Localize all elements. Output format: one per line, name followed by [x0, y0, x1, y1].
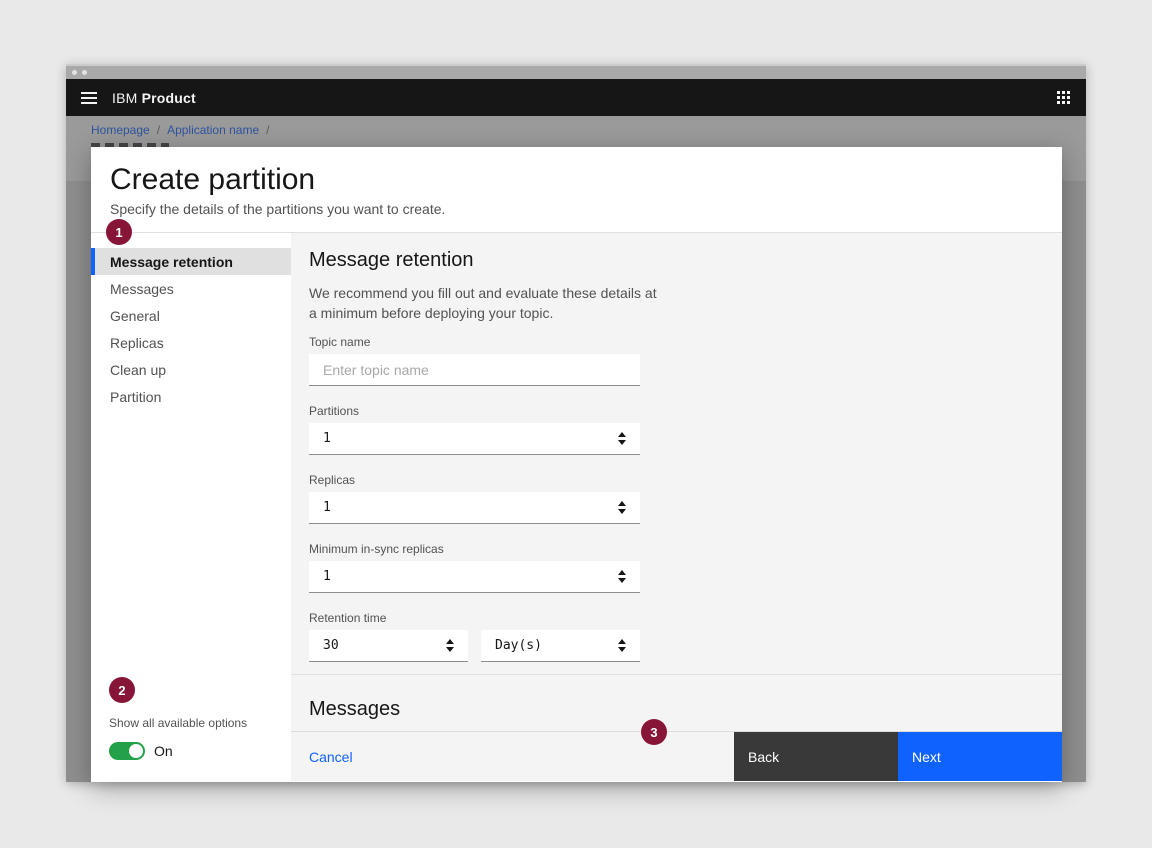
increment-icon: [618, 501, 626, 506]
sidebar-item-clean-up[interactable]: Clean up: [91, 356, 291, 383]
next-button[interactable]: Next: [898, 732, 1062, 781]
partitions-field: Partitions: [309, 404, 1044, 455]
partitions-label: Partitions: [309, 404, 1044, 418]
breadcrumb-separator: /: [266, 123, 269, 137]
tearsheet-content: Message retention We recommend you fill …: [291, 233, 1062, 781]
app-header: IBM Product: [66, 79, 1086, 116]
breadcrumb-link-homepage[interactable]: Homepage: [91, 123, 150, 137]
sidebar-item-message-retention[interactable]: Message retention: [91, 248, 291, 275]
increment-icon: [618, 639, 626, 644]
topic-name-label: Topic name: [309, 335, 1044, 349]
app-brand: IBM Product: [112, 90, 196, 106]
tearsheet-footer: 3 Cancel Back Next: [291, 731, 1062, 781]
partitions-input[interactable]: [323, 431, 618, 446]
window-titlebar: [66, 64, 1086, 79]
tearsheet-sidebar: 1 Message retention Messages General Rep…: [91, 233, 291, 781]
decrement-icon: [618, 509, 626, 514]
cancel-button[interactable]: Cancel: [291, 732, 371, 781]
increment-icon: [618, 570, 626, 575]
breadcrumb-link-application-name[interactable]: Application name: [167, 123, 259, 137]
sidebar-nav: Message retention Messages General Repli…: [91, 248, 291, 410]
replicas-input[interactable]: [323, 500, 618, 515]
retention-time-stepper[interactable]: [446, 639, 454, 652]
sidebar-item-messages[interactable]: Messages: [91, 275, 291, 302]
annotation-badge-2: 2: [109, 677, 135, 703]
tearsheet-title: Create partition: [110, 161, 1043, 199]
topic-name-field: Topic name: [309, 335, 1044, 386]
brand-prefix: IBM: [112, 90, 138, 106]
min-insync-replicas-field: Minimum in-sync replicas: [309, 542, 1044, 593]
min-insync-replicas-stepper[interactable]: [618, 570, 626, 583]
breadcrumb-separator: /: [157, 123, 160, 137]
section-heading: Message retention: [309, 247, 1044, 273]
replicas-label: Replicas: [309, 473, 1044, 487]
topic-name-input[interactable]: [323, 362, 626, 378]
decrement-icon: [618, 440, 626, 445]
brand-product: Product: [142, 90, 196, 106]
app-switcher-icon[interactable]: [1040, 79, 1086, 116]
annotation-badge-1: 1: [106, 219, 132, 245]
toggle-knob: [129, 744, 143, 758]
window-control-dot: [82, 70, 87, 75]
show-all-options-label: Show all available options: [109, 716, 247, 730]
min-insync-replicas-input[interactable]: [323, 569, 618, 584]
toggle-state-label: On: [154, 743, 173, 759]
increment-icon: [446, 639, 454, 644]
tearsheet-header: Create partition Specify the details of …: [91, 147, 1062, 233]
tearsheet-subtitle: Specify the details of the partitions yo…: [110, 201, 1043, 217]
retention-unit-select[interactable]: Day(s): [481, 630, 640, 662]
replicas-field: Replicas: [309, 473, 1044, 524]
annotation-badge-3: 3: [641, 719, 667, 745]
back-button[interactable]: Back: [734, 732, 898, 781]
replicas-stepper[interactable]: [618, 501, 626, 514]
decrement-icon: [446, 647, 454, 652]
section-divider: [291, 674, 1062, 675]
increment-icon: [618, 432, 626, 437]
show-all-options-toggle[interactable]: [109, 742, 145, 760]
window-control-dot: [72, 70, 77, 75]
retention-unit-value: Day(s): [495, 638, 542, 653]
sidebar-item-general[interactable]: General: [91, 302, 291, 329]
sidebar-footer: 2 Show all available options On: [109, 677, 247, 760]
sidebar-item-replicas[interactable]: Replicas: [91, 329, 291, 356]
messages-section-heading: Messages: [309, 696, 1062, 722]
retention-unit-stepper[interactable]: [618, 639, 626, 652]
breadcrumb: Homepage / Application name /: [91, 123, 269, 137]
partitions-stepper[interactable]: [618, 432, 626, 445]
section-description: We recommend you fill out and evaluate t…: [309, 283, 665, 323]
create-partition-tearsheet: Create partition Specify the details of …: [91, 147, 1062, 782]
decrement-icon: [618, 578, 626, 583]
retention-time-field: Retention time Day(s): [309, 611, 1044, 662]
hamburger-menu-icon[interactable]: [66, 79, 112, 116]
min-insync-replicas-label: Minimum in-sync replicas: [309, 542, 1044, 556]
message-retention-section: Message retention We recommend you fill …: [291, 233, 1062, 662]
retention-time-label: Retention time: [309, 611, 1044, 625]
retention-time-input[interactable]: [323, 638, 446, 653]
decrement-icon: [618, 647, 626, 652]
sidebar-item-partition[interactable]: Partition: [91, 383, 291, 410]
